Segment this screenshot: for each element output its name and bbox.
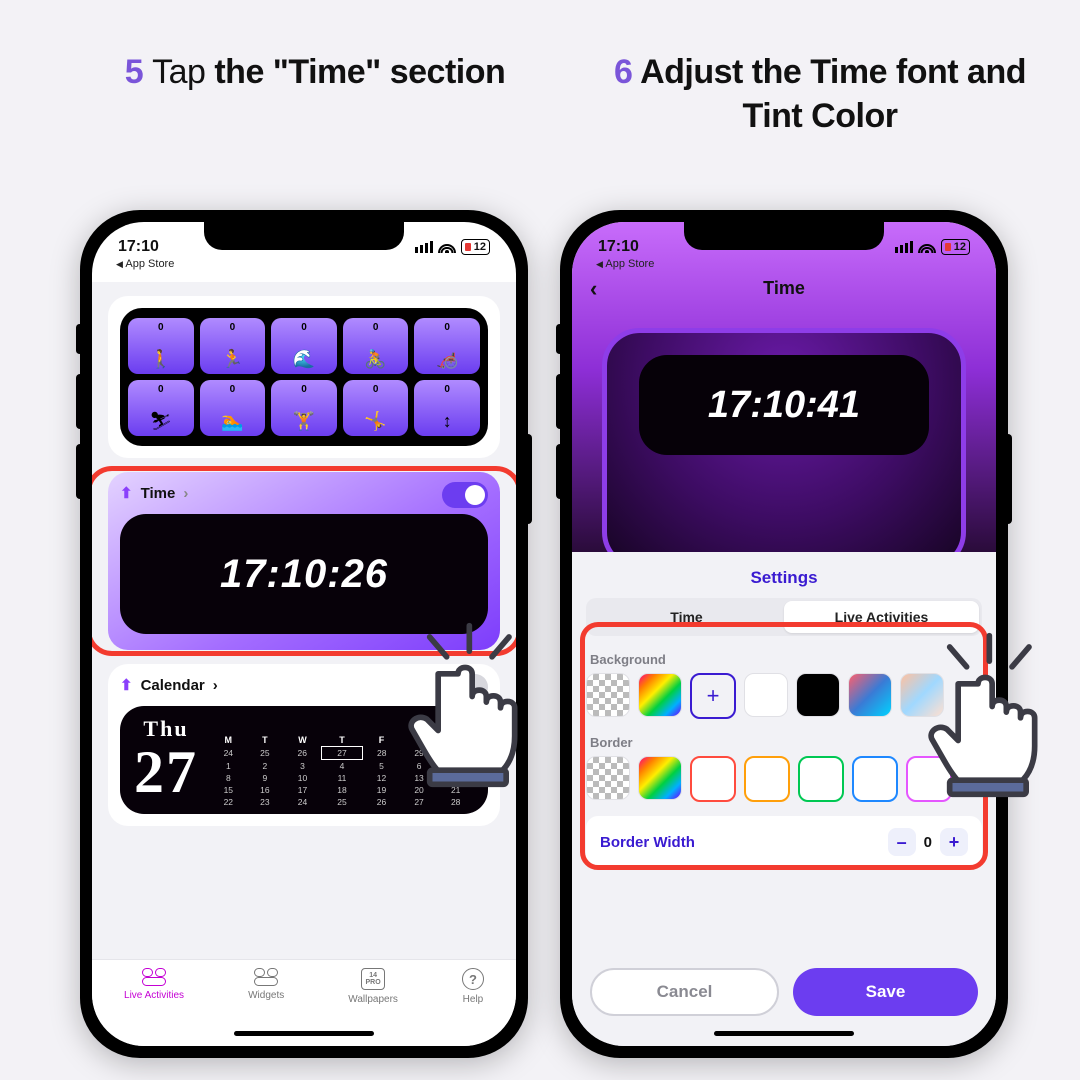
swatch-border-red[interactable] [690,756,736,802]
breadcrumb[interactable]: App Store [596,258,654,270]
cancel-button[interactable]: Cancel [590,968,779,1016]
border-width-decrement[interactable]: – [888,828,916,856]
page-title: Time [572,278,996,299]
tab-help[interactable]: ? Help [462,968,484,1005]
swatch-rainbow[interactable] [638,673,682,717]
swatch-add[interactable]: + [690,673,736,719]
time-widget-preview: 17:10:41 [602,328,966,570]
live-activities-icon [142,968,166,986]
activity-tile[interactable]: 0🚴 [343,318,409,374]
wifi-icon [919,241,935,253]
step-number: 6 [614,53,632,91]
step-number: 5 [125,53,143,91]
signal-icon [415,241,433,253]
tab-widgets[interactable]: Widgets [248,968,284,1001]
wallpapers-icon: 14PRO [361,968,385,990]
arrow-up-icon: ⬆ [120,484,133,502]
clock: 17:10 [598,238,639,256]
swatch-gradient-1[interactable] [848,673,892,717]
home-bar[interactable] [714,1031,854,1036]
swatch-transparent[interactable] [586,756,630,800]
activity-tile[interactable]: 0🦽 [414,318,480,374]
arrow-up-icon: ⬆ [120,676,133,694]
activity-tile[interactable]: 0🏊 [200,380,266,436]
save-button[interactable]: Save [793,968,978,1016]
step-text: the "Time" section [214,53,505,91]
calendar-label: Calendar [141,677,205,694]
border-width-increment[interactable]: + [940,828,968,856]
step-5-heading: 5 Tap the "Time" section [80,50,550,94]
activity-tile[interactable]: 0🚶 [128,318,194,374]
swatch-black[interactable] [796,673,840,717]
chevron-right-icon: › [213,677,218,694]
activity-tile[interactable]: 0🏃 [200,318,266,374]
chevron-right-icon: › [183,485,188,502]
time-display: 17:10:41 [639,355,929,455]
step-6-heading: 6 Adjust the Time font and Tint Color [585,50,1055,138]
wifi-icon [439,241,455,253]
step-text: Adjust the Time font and Tint Color [640,53,1026,135]
activity-tile[interactable]: 0🏋 [271,380,337,436]
swatch-rainbow[interactable] [638,756,682,800]
activity-tile[interactable]: 0↕ [414,380,480,436]
activity-tile[interactable]: 0🤸 [343,380,409,436]
tab-wallpapers[interactable]: 14PRO Wallpapers [348,968,398,1005]
signal-icon [895,241,913,253]
border-width-value: 0 [924,834,932,851]
breadcrumb[interactable]: App Store [116,258,174,270]
tab-live-activities[interactable]: Live Activities [124,968,184,1001]
activity-tile[interactable]: 0🌊 [271,318,337,374]
time-toggle[interactable] [442,482,488,508]
time-display: 17:10:26 [120,514,488,634]
seg-time[interactable]: Time [589,601,784,633]
day-of-month: 27 [134,742,198,802]
step-verb: Tap [152,53,205,91]
activity-tile[interactable]: 0⛷ [128,380,194,436]
tap-cursor-icon [910,630,1080,800]
widgets-icon [254,968,278,986]
activity-widget-card[interactable]: 0🚶0🏃0🌊0🚴0🦽 0⛷0🏊0🏋0🤸0↕ [108,296,500,458]
swatch-border-orange[interactable] [744,756,790,802]
swatch-white[interactable] [744,673,788,717]
tap-cursor-icon [390,620,560,790]
battery-icon: 12 [941,239,970,255]
time-label: Time [141,485,176,502]
swatch-border-blue[interactable] [852,756,898,802]
seg-live-activities[interactable]: Live Activities [784,601,979,633]
border-width-row: Border Width – 0 + [586,816,982,868]
home-bar[interactable] [234,1031,374,1036]
settings-heading: Settings [572,552,996,598]
swatch-border-green[interactable] [798,756,844,802]
clock: 17:10 [118,238,159,256]
swatch-transparent[interactable] [586,673,630,717]
help-icon: ? [462,968,484,990]
battery-icon: 12 [461,239,490,255]
